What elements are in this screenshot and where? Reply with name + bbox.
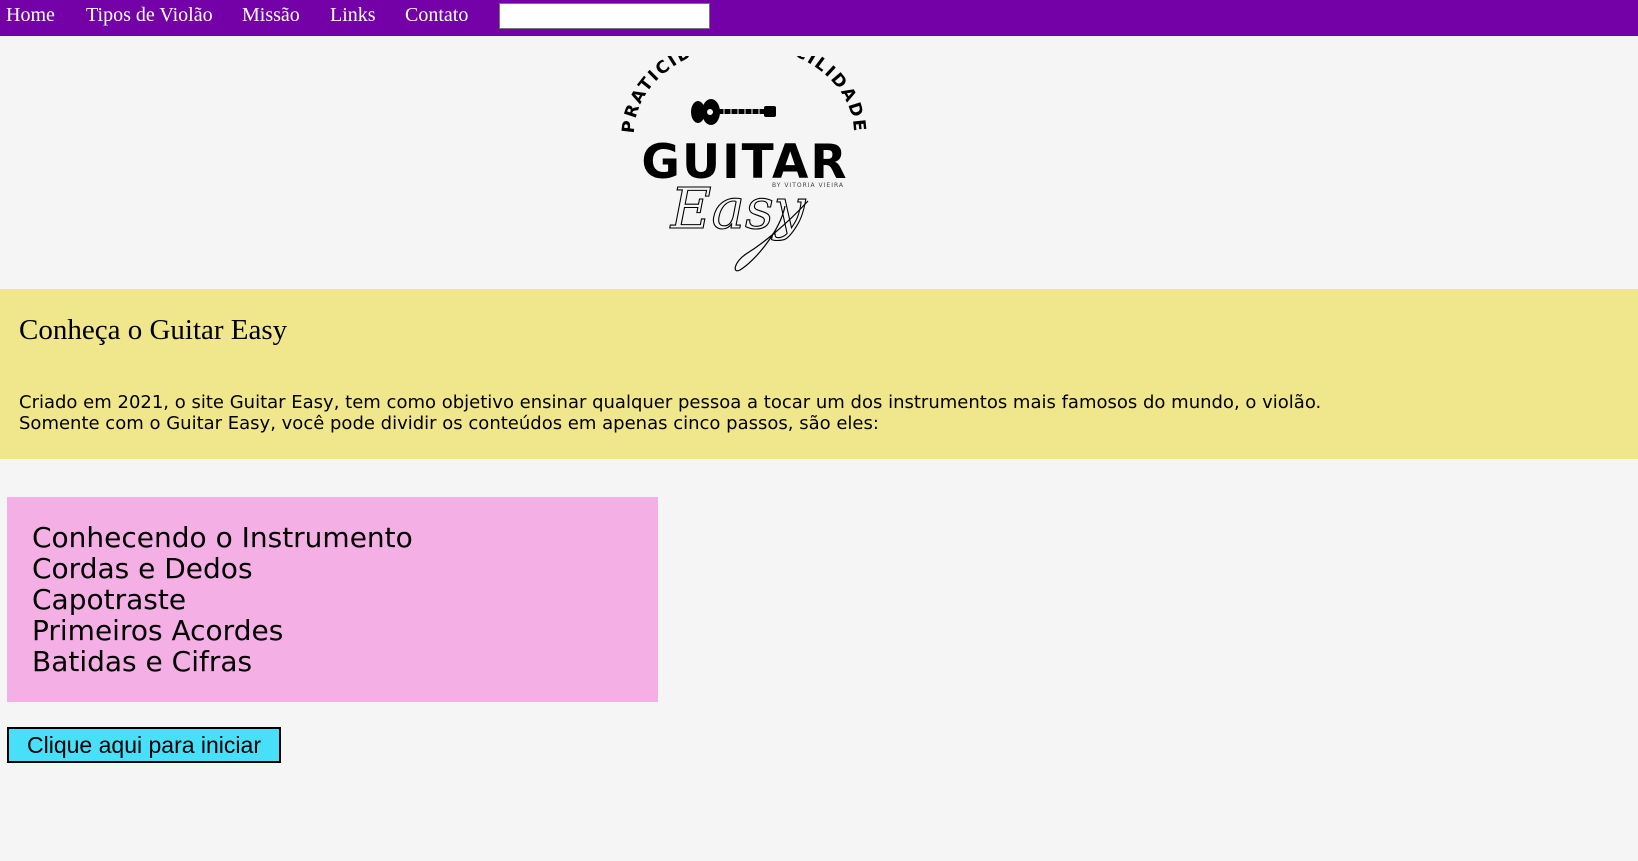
logo-arc-text: PRATICIDADE E FACILIDADE (620, 56, 869, 134)
guitar-easy-logo: PRATICIDADE E FACILIDADE GUITAR BY VITOR… (619, 31, 870, 278)
step-item: Primeiros Acordes (32, 614, 284, 647)
guitar-icon (691, 99, 776, 125)
top-navigation-bar: Home Tipos de Violão Missão Links Contat… (0, 0, 1638, 36)
intro-title: Conheça o Guitar Easy (19, 314, 288, 346)
intro-section: Conheça o Guitar Easy Criado em 2021, o … (0, 289, 1638, 459)
logo-script-text: Easy (670, 177, 807, 242)
steps-list: Conhecendo o Instrumento Cordas e Dedos … (7, 497, 658, 702)
step-item: Conhecendo o Instrumento (32, 521, 413, 554)
step-item: Batidas e Cifras (32, 645, 253, 678)
intro-line-1: Criado em 2021, o site Guitar Easy, tem … (19, 392, 1322, 413)
nav-link-links[interactable]: Links (330, 3, 376, 27)
nav-link-missao[interactable]: Missão (242, 3, 300, 27)
logo-graphic: PRATICIDADE E FACILIDADE GUITAR BY VITOR… (619, 31, 869, 272)
start-button[interactable]: Clique aqui para iniciar (7, 727, 281, 763)
nav-link-home[interactable]: Home (6, 3, 55, 27)
step-item: Cordas e Dedos (32, 552, 253, 585)
nav-link-tipos-de-violao[interactable]: Tipos de Violão (86, 3, 213, 27)
intro-description: Criado em 2021, o site Guitar Easy, tem … (19, 392, 1321, 434)
nav-link-contato[interactable]: Contato (405, 3, 468, 27)
search-input[interactable] (499, 3, 710, 29)
step-item: Capotraste (32, 583, 187, 616)
intro-line-2: Somente com o Guitar Easy, você pode div… (19, 413, 879, 434)
